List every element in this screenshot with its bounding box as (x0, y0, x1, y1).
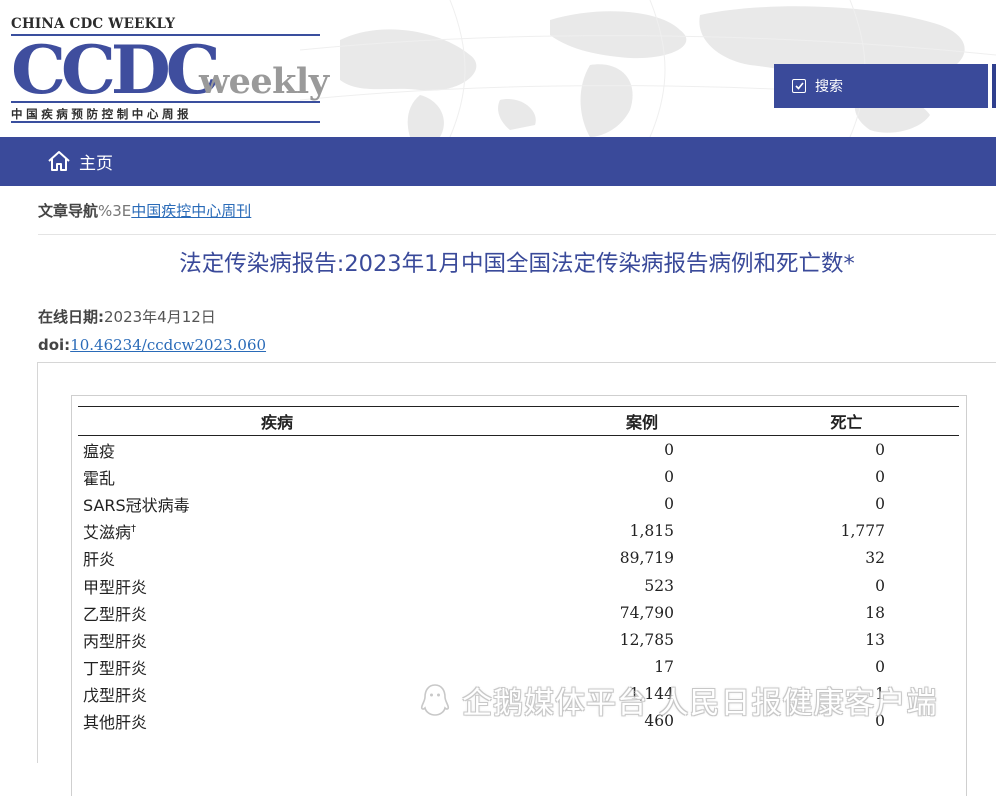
cell-disease: 乙型肝炎 (83, 604, 148, 624)
column-header-deaths: 死亡 (674, 406, 959, 436)
logo-suffix-text: weekly (199, 61, 329, 102)
doi-line: doi:10.46234/ccdcw2023.060 (38, 336, 266, 354)
breadcrumb: 文章导航%3E中国疾控中心周刊 (38, 200, 251, 221)
brand-rule-base (11, 121, 320, 123)
column-header-cases: 案例 (476, 406, 674, 436)
table-row: 肝炎 89,719 32 (78, 545, 959, 572)
cell-cases: 17 (654, 658, 674, 677)
cell-deaths: 1,777 (840, 522, 885, 541)
breadcrumb-label: 文章导航 (38, 202, 99, 220)
cell-deaths: 0 (875, 440, 885, 459)
cell-cases: 0 (664, 440, 674, 459)
table-row: 丁型肝炎 17 0 (78, 654, 959, 681)
breadcrumb-separator: %3E (98, 202, 132, 220)
online-date-value: 2023年4月12日 (104, 308, 216, 326)
nav-home-label: 主页 (79, 153, 113, 174)
online-date-label: 在线日期: (38, 308, 104, 326)
brand-rule-bottom (11, 101, 320, 103)
cell-deaths: 0 (875, 494, 885, 513)
footnote-dagger: † (131, 523, 137, 535)
cell-deaths: 0 (875, 576, 885, 595)
checkbox-checked-icon (792, 79, 806, 93)
main-nav-bar: 主页 (0, 137, 996, 186)
cell-disease: 丙型肝炎 (83, 631, 148, 651)
cell-cases: 0 (664, 494, 674, 513)
table-row: 霍乱 0 0 (78, 463, 959, 490)
cell-cases: 74,790 (619, 603, 674, 622)
cell-cases: 523 (644, 576, 674, 595)
cell-disease: 艾滋病† (78, 518, 476, 545)
watermark-text: 企鹅媒体平台 人民日报健康客户端 (462, 686, 938, 721)
table-row: 丙型肝炎 12,785 13 (78, 626, 959, 653)
cell-disease: SARS冠状病毒 (83, 495, 190, 515)
cell-deaths: 0 (875, 467, 885, 486)
cell-disease: 甲型肝炎 (83, 577, 148, 597)
cell-deaths: 32 (865, 549, 885, 568)
doi-link[interactable]: 10.46234/ccdcw2023.060 (70, 336, 266, 354)
nav-home-link[interactable]: 主页 (46, 148, 113, 174)
breadcrumb-link-journal[interactable]: 中国疾控中心周刊 (131, 202, 251, 220)
cell-cases: 1,815 (629, 522, 674, 541)
cell-disease: 丁型肝炎 (83, 659, 148, 679)
table-row: SARS冠状病毒 0 0 (78, 490, 959, 517)
table-header-row: 疾病 案例 死亡 (78, 406, 959, 436)
site-logo[interactable]: CCDC weekly (11, 37, 329, 103)
search-button[interactable]: 搜索 (774, 64, 992, 108)
online-date: 在线日期:2023年4月12日 (38, 306, 216, 327)
cell-cases: 89,719 (619, 549, 674, 568)
journal-subtitle: 中国疾病预防控制中心周报 (11, 107, 193, 121)
cell-disease: 肝炎 (83, 550, 116, 570)
site-header: CHINA CDC WEEKLY CCDC weekly 中国疾病预防控制中心周… (0, 0, 996, 137)
home-icon (48, 151, 70, 171)
cell-cases: 0 (664, 467, 674, 486)
penguin-logo-icon (420, 684, 450, 716)
table-row: 甲型肝炎 523 0 (78, 572, 959, 599)
cell-disease: 霍乱 (83, 468, 116, 488)
cell-deaths: 0 (875, 658, 885, 677)
disease-name: 艾滋病 (83, 523, 132, 543)
watermark: 企鹅媒体平台 人民日报健康客户端 (416, 678, 938, 722)
cell-cases: 12,785 (619, 630, 674, 649)
search-label: 搜索 (815, 79, 843, 95)
journal-name-top: CHINA CDC WEEKLY (11, 16, 176, 32)
table-row: 艾滋病† 1,815 1,777 (78, 518, 959, 545)
cell-deaths: 18 (865, 603, 885, 622)
column-header-disease: 疾病 (78, 406, 476, 436)
cell-disease: 瘟疫 (83, 441, 116, 461)
doi-label: doi: (38, 336, 71, 354)
table-row: 乙型肝炎 74,790 18 (78, 599, 959, 626)
search-box-edge (992, 64, 996, 108)
article-title: 法定传染病报告:2023年1月中国全国法定传染病报告病例和死亡数* (179, 251, 855, 277)
table-row: 瘟疫 0 0 (78, 436, 959, 464)
logo-main-text: CCDC (11, 31, 221, 109)
breadcrumb-divider (38, 234, 996, 235)
cell-deaths: 13 (865, 630, 885, 649)
